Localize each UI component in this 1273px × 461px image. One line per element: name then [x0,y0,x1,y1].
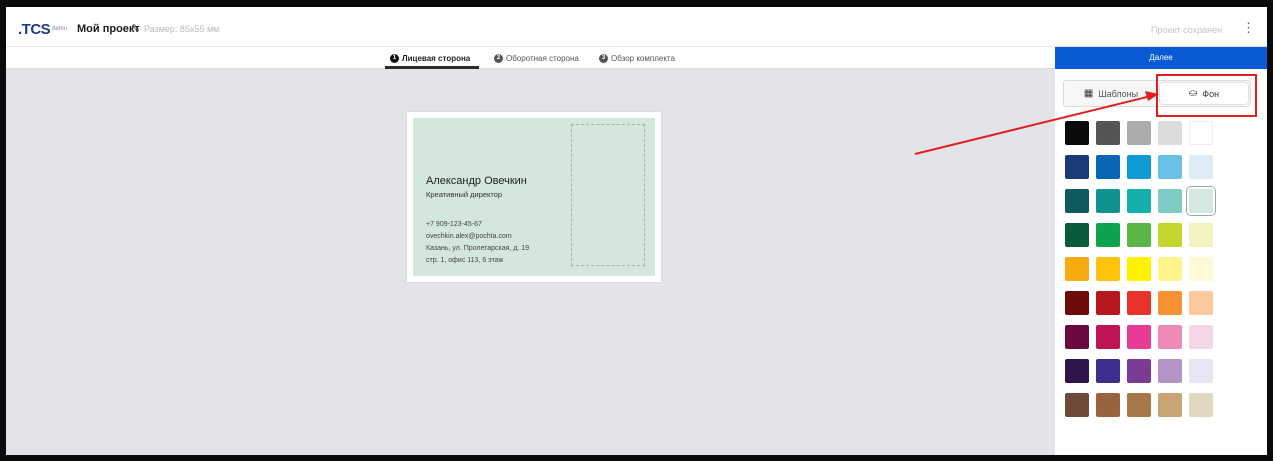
tab-label: Обзор комплекта [611,53,675,63]
card-job-title[interactable]: Креативный директор [426,190,502,199]
step-number-badge: 2 [494,53,503,63]
logo-demo-badge: demo [52,26,68,32]
color-swatch[interactable] [1189,325,1213,349]
active-tab-indicator [385,66,479,69]
right-panel: Далее ▦ Шаблоны ⛀ Фон [1055,47,1267,455]
tab-back-side[interactable]: 2 Оборотная сторона [494,52,579,64]
color-swatch[interactable] [1158,393,1182,417]
color-swatch[interactable] [1127,223,1151,247]
color-swatch[interactable] [1127,121,1151,145]
card-email[interactable]: ovechkin.alex@pochta.com [426,233,512,240]
color-swatch[interactable] [1189,223,1213,247]
step-number-badge: 3 [599,53,608,63]
color-swatch[interactable] [1127,189,1151,213]
color-swatch[interactable] [1186,186,1216,216]
side-tabs-bar: 1 Лицевая сторона 2 Оборотная сторона 3 … [6,47,1055,69]
color-swatch[interactable] [1158,359,1182,383]
color-swatch[interactable] [1065,121,1089,145]
tab-set-overview[interactable]: 3 Обзор комплекта [599,52,675,64]
color-swatch[interactable] [1127,155,1151,179]
color-swatch[interactable] [1065,359,1089,383]
color-swatch[interactable] [1189,257,1213,281]
color-swatch[interactable] [1096,325,1120,349]
step-number-badge: 1 [390,53,399,63]
color-swatch[interactable] [1189,393,1213,417]
save-status: Проект сохранен [1151,25,1223,35]
color-swatch[interactable] [1158,291,1182,315]
color-swatch[interactable] [1096,393,1120,417]
templates-tab[interactable]: ▦ Шаблоны [1066,83,1156,104]
color-swatch[interactable] [1158,257,1182,281]
pencil-icon[interactable]: ✎ [131,22,140,35]
color-swatch[interactable] [1065,325,1089,349]
color-swatch[interactable] [1158,325,1182,349]
color-swatch[interactable] [1096,223,1120,247]
color-swatch[interactable] [1096,155,1120,179]
color-swatch[interactable] [1065,393,1089,417]
color-swatch[interactable] [1158,155,1182,179]
business-card-front[interactable]: Александр Овечкин Креативный директор +7… [413,118,655,276]
image-placeholder[interactable] [571,124,645,266]
color-swatch[interactable] [1065,291,1089,315]
color-swatch[interactable] [1189,155,1213,179]
color-swatch[interactable] [1127,257,1151,281]
card-canvas: Александр Овечкин Креативный директор +7… [407,112,661,282]
color-swatch[interactable] [1065,189,1089,213]
color-swatch[interactable] [1127,325,1151,349]
templates-label: Шаблоны [1098,88,1139,99]
color-swatch[interactable] [1189,291,1213,315]
color-swatch[interactable] [1189,121,1213,145]
card-address-line-1[interactable]: Казань, ул. Пролетарская, д. 19 [426,245,529,252]
next-button[interactable]: Далее [1055,47,1267,69]
color-swatch[interactable] [1096,189,1120,213]
top-bar: .TCS demo Мой проект ✎ Размер: 85x55 мм … [6,7,1267,47]
color-swatch[interactable] [1096,121,1120,145]
color-swatch[interactable] [1065,223,1089,247]
card-phone[interactable]: +7 909-123-45-67 [426,221,482,228]
color-swatch[interactable] [1096,291,1120,315]
color-swatch[interactable] [1127,393,1151,417]
color-swatch[interactable] [1189,359,1213,383]
color-swatch[interactable] [1065,155,1089,179]
tab-label: Лицевая сторона [402,53,471,63]
color-swatch[interactable] [1127,291,1151,315]
color-swatch[interactable] [1096,257,1120,281]
card-size-label: Размер: 85x55 мм [144,24,220,34]
annotation-highlight-box [1156,74,1257,117]
card-name-text[interactable]: Александр Овечкин [426,175,527,187]
color-swatch[interactable] [1158,189,1182,213]
color-swatch[interactable] [1127,359,1151,383]
color-swatch[interactable] [1065,257,1089,281]
app-window: .TCS demo Мой проект ✎ Размер: 85x55 мм … [0,0,1273,461]
logo[interactable]: .TCS [18,21,51,38]
tab-front-side[interactable]: 1 Лицевая сторона [390,52,470,64]
color-swatch[interactable] [1158,223,1182,247]
grid-icon: ▦ [1083,88,1094,99]
more-vertical-icon[interactable]: ⋮ [1242,20,1255,36]
color-swatch[interactable] [1096,359,1120,383]
card-address-line-2[interactable]: стр. 1, офис 113, 6 этаж [426,257,503,264]
tab-label: Оборотная сторона [506,53,579,63]
color-swatch[interactable] [1158,121,1182,145]
